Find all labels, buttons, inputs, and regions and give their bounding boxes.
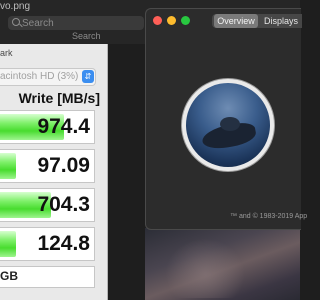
search-input[interactable] bbox=[22, 17, 132, 29]
test-size-label: GB bbox=[0, 269, 18, 283]
write-speed-meter: 974.4 bbox=[0, 110, 95, 144]
speed-bar bbox=[0, 153, 16, 179]
search-label: Search bbox=[72, 31, 101, 41]
search-field[interactable] bbox=[8, 16, 144, 30]
write-speed-meter: 124.8 bbox=[0, 227, 95, 261]
tab-bar: Overview Displays bbox=[212, 14, 302, 28]
test-size-field[interactable]: GB bbox=[0, 266, 95, 288]
window-title: ark bbox=[0, 48, 13, 58]
minimize-button[interactable] bbox=[167, 16, 176, 25]
write-speed-meter: 97.09 bbox=[0, 149, 95, 183]
speed-value: 124.8 bbox=[37, 232, 90, 255]
tab-displays[interactable]: Displays bbox=[260, 14, 302, 28]
tab-overview[interactable]: Overview bbox=[214, 14, 258, 28]
close-button[interactable] bbox=[153, 16, 162, 25]
catalina-island-icon bbox=[186, 83, 270, 167]
write-speed-header: Write [MB/s] bbox=[18, 90, 100, 106]
write-speed-meter: 704.3 bbox=[0, 188, 95, 222]
speed-value: 974.4 bbox=[37, 115, 90, 138]
disk-speed-test-window: ark acintosh HD (3%) ⇵ Write [MB/s] 974.… bbox=[0, 44, 108, 300]
copyright-text: ™ and © 1983-2019 App bbox=[230, 213, 308, 220]
macos-logo bbox=[182, 79, 274, 171]
speed-bar bbox=[0, 231, 16, 257]
speed-value: 704.3 bbox=[37, 193, 90, 216]
desktop-wallpaper bbox=[145, 228, 300, 300]
chevron-updown-icon[interactable]: ⇵ bbox=[82, 70, 94, 83]
search-icon bbox=[12, 18, 20, 26]
disk-selector[interactable]: acintosh HD (3%) ⇵ bbox=[0, 68, 96, 86]
window-title: vo.png bbox=[0, 1, 31, 12]
zoom-button[interactable] bbox=[181, 16, 190, 25]
speed-value: 97.09 bbox=[37, 154, 90, 177]
about-this-mac-window: Overview Displays ™ and © 1983-2019 App bbox=[145, 8, 307, 230]
disk-selector-label: acintosh HD (3%) bbox=[0, 71, 79, 82]
